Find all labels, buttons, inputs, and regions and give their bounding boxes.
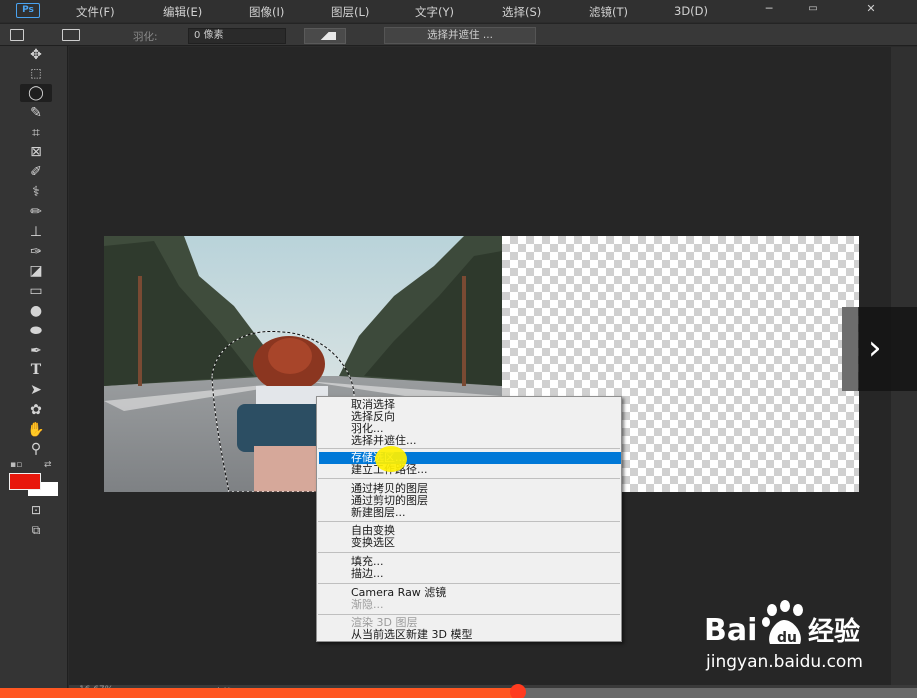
- maximize-icon[interactable]: ▭: [806, 2, 820, 16]
- quick-selection-tool-icon[interactable]: ✎: [20, 104, 52, 122]
- crop-tool-icon[interactable]: ⌗: [20, 124, 52, 142]
- dodge-tool-icon[interactable]: ⬬: [20, 322, 52, 340]
- menu-item-transform-selection[interactable]: 变换选区: [351, 537, 395, 549]
- menu-separator: [318, 614, 620, 615]
- add-to-selection-icon[interactable]: [62, 29, 80, 41]
- select-and-mask-button[interactable]: 选择并遮住 ...: [384, 27, 536, 44]
- context-menu: 取消选择 选择反向 羽化... 选择并遮住... 存储选区... 建立工作路径.…: [316, 396, 622, 642]
- frame-tool-icon[interactable]: ⊠: [20, 143, 52, 161]
- svg-text:du: du: [777, 630, 797, 646]
- menu-separator: [318, 552, 620, 553]
- clone-stamp-tool-icon[interactable]: ⊥: [20, 223, 52, 241]
- quick-mask-icon[interactable]: ⊡: [20, 501, 52, 519]
- custom-shape-tool-icon[interactable]: ✿: [20, 401, 52, 419]
- path-selection-tool-icon[interactable]: ➤: [20, 381, 52, 399]
- tools-panel: ✥ ⬚ ◯ ✎ ⌗ ⊠ ✐ ⚕ ✏ ⊥ ✑ ◪ ▭ ● ⬬ ✒ T ➤ ✿ ✋ …: [0, 46, 68, 698]
- brush-tool-icon[interactable]: ✏: [20, 203, 52, 221]
- zoom-tool-icon[interactable]: ⚲: [20, 440, 52, 458]
- next-slide-stripe: [842, 307, 858, 391]
- swap-colors-icon[interactable]: ⇄: [44, 460, 52, 470]
- baidu-jingyan-watermark: Bai du 经验 jingyan.baidu.com: [700, 598, 900, 678]
- lasso-tool-icon[interactable]: ◯: [20, 84, 52, 102]
- menu-item-new-3d-model[interactable]: 从当前选区新建 3D 模型: [351, 629, 472, 641]
- menu-layer[interactable]: 图层(L): [331, 4, 369, 20]
- close-icon[interactable]: ✕: [864, 2, 878, 16]
- menu-item-new-layer[interactable]: 新建图层...: [351, 507, 406, 519]
- feather-label: 羽化:: [133, 31, 158, 43]
- menu-separator: [318, 448, 620, 449]
- menu-bar: Ps 文件(F) 编辑(E) 图像(I) 图层(L) 文字(Y) 选择(S) 滤…: [0, 0, 917, 22]
- healing-brush-tool-icon[interactable]: ⚕: [20, 183, 52, 201]
- screen-mode-icon[interactable]: ⧉: [20, 521, 52, 539]
- blur-tool-icon[interactable]: ●: [20, 302, 52, 320]
- menu-3d[interactable]: 3D(D): [674, 4, 708, 18]
- baidu-logo: Bai du 经验: [704, 600, 860, 648]
- minimize-icon[interactable]: ─: [762, 2, 776, 16]
- foreground-color-swatch[interactable]: [9, 473, 41, 490]
- video-progress-bar[interactable]: [0, 684, 917, 698]
- eraser-tool-icon[interactable]: ◪: [20, 262, 52, 280]
- menu-edit[interactable]: 编辑(E): [163, 4, 202, 20]
- menu-separator: [318, 583, 620, 584]
- eyedropper-tool-icon[interactable]: ✐: [20, 163, 52, 181]
- menu-item-fade: 渐隐...: [351, 598, 384, 611]
- options-bar: 羽化: 0 像素 选择并遮住 ...: [0, 23, 917, 46]
- anti-alias-toggle[interactable]: [304, 28, 346, 44]
- chevron-right-icon[interactable]: ›: [868, 328, 882, 368]
- menu-type[interactable]: 文字(Y): [415, 4, 454, 20]
- video-progress-fill: [0, 688, 519, 698]
- hand-tool-icon[interactable]: ✋: [20, 421, 52, 439]
- pen-tool-icon[interactable]: ✒: [20, 342, 52, 360]
- type-tool-icon[interactable]: T: [20, 361, 52, 379]
- default-colors-icon[interactable]: ▪▫: [10, 460, 22, 470]
- gradient-tool-icon[interactable]: ▭: [20, 282, 52, 300]
- photoshop-logo-icon: Ps: [16, 3, 40, 18]
- menu-item-select-and-mask[interactable]: 选择并遮住...: [351, 435, 417, 447]
- jingyan-text: 经验: [808, 616, 860, 647]
- watermark-url: jingyan.baidu.com: [706, 652, 863, 672]
- video-progress-knob[interactable]: [510, 684, 527, 698]
- menu-separator: [318, 521, 620, 522]
- menu-filter[interactable]: 滤镜(T): [589, 4, 628, 20]
- baidu-brand-text: Bai: [704, 613, 757, 648]
- menu-file[interactable]: 文件(F): [76, 4, 115, 20]
- feather-input[interactable]: 0 像素: [188, 28, 286, 44]
- menu-item-stroke[interactable]: 描边...: [351, 568, 384, 580]
- menu-select[interactable]: 选择(S): [502, 4, 541, 20]
- menu-image[interactable]: 图像(I): [249, 4, 284, 20]
- marquee-tool-icon[interactable]: ⬚: [20, 64, 52, 82]
- history-brush-tool-icon[interactable]: ✑: [20, 243, 52, 261]
- move-tool-icon[interactable]: ✥: [20, 46, 52, 64]
- menu-separator: [318, 478, 620, 479]
- new-selection-icon[interactable]: [10, 29, 24, 41]
- cursor-highlight: [375, 446, 407, 472]
